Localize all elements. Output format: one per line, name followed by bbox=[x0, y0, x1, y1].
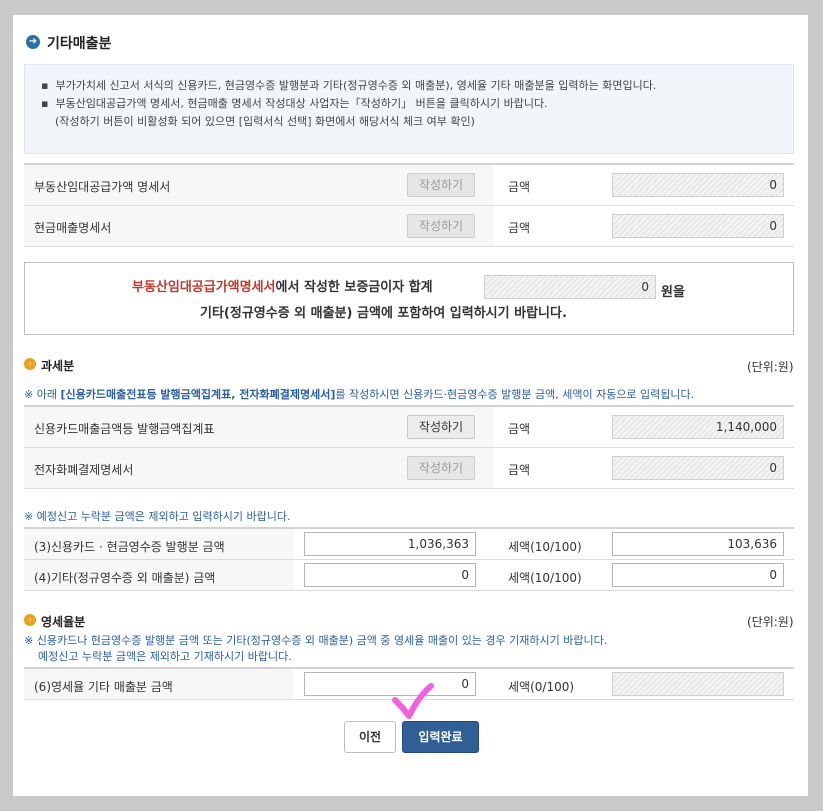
info-line-2: ▪ 부동산임대공급가액 명세서, 현금매출 명세서 작성대상 사업자는「작성하기… bbox=[41, 97, 548, 110]
tax-label: 세액(10/100) bbox=[508, 571, 582, 585]
zero-rated-amount-input[interactable]: 0 bbox=[304, 672, 476, 696]
row-label: 부동산임대공급가액 명세서 bbox=[34, 180, 171, 194]
amount-field-rental: 0 bbox=[612, 173, 784, 197]
other-sales-tax-input[interactable]: 0 bbox=[612, 563, 784, 587]
row-label: 전자화폐결제명세서 bbox=[34, 463, 134, 477]
form-table-taxable-input: (3)신용카드 · 현금영수증 발행분 금액 1,036,363 세액(10/1… bbox=[24, 527, 794, 591]
write-button-rental[interactable]: 작성하기 bbox=[407, 173, 475, 197]
amount-label: 금액 bbox=[508, 463, 531, 477]
section-title-taxable: 과세분 bbox=[41, 359, 75, 373]
main-panel: ➜ 기타매출분 ▪ 부가가치세 신고서 서식의 신용카드, 현금영수증 발행분과… bbox=[13, 15, 808, 796]
section-title-zero-rated: 영세율분 bbox=[41, 615, 86, 629]
prev-button[interactable]: 이전 bbox=[344, 721, 396, 753]
amount-label: 금액 bbox=[508, 422, 531, 436]
amount-field-cash-sales: 0 bbox=[612, 214, 784, 238]
table-row: 현금매출명세서 작성하기 금액 0 bbox=[24, 206, 794, 247]
card-cash-receipt-amount-input[interactable]: 1,036,363 bbox=[304, 532, 476, 556]
taxable-note-2: ※ 예정신고 누락분 금액은 제외하고 입력하시기 바랍니다. bbox=[24, 510, 291, 523]
tax-label: 세액(10/100) bbox=[508, 540, 582, 554]
section-bullet-icon: › bbox=[24, 614, 36, 626]
table-row: 부동산임대공급가액 명세서 작성하기 금액 0 bbox=[24, 165, 794, 206]
arrow-right-circle-icon: ➜ bbox=[26, 35, 40, 49]
zero-rated-tax-field bbox=[612, 672, 784, 696]
write-button-card-summary[interactable]: 작성하기 bbox=[407, 415, 475, 439]
info-box: ▪ 부가가치세 신고서 서식의 신용카드, 현금영수증 발행분과 기타(정규영수… bbox=[24, 64, 794, 154]
info-line-3: (작성하기 버튼이 비활성화 되어 있으면 [입력서식 선택] 화면에서 해당서… bbox=[55, 115, 475, 128]
notice-line-1: 부동산임대공급가액명세서에서 작성한 보증금이자 합계 bbox=[132, 280, 433, 295]
table-row: (3)신용카드 · 현금영수증 발행분 금액 1,036,363 세액(10/1… bbox=[24, 529, 794, 560]
amount-field-card-summary: 1,140,000 bbox=[612, 415, 784, 439]
write-button-cash-sales[interactable]: 작성하기 bbox=[407, 214, 475, 238]
notice-unit: 원을 bbox=[661, 285, 685, 300]
form-table-top: 부동산임대공급가액 명세서 작성하기 금액 0 현금매출명세서 작성하기 금액 … bbox=[24, 163, 794, 247]
row-label: 현금매출명세서 bbox=[34, 221, 112, 235]
unit-label: (단위:원) bbox=[747, 615, 794, 629]
other-sales-amount-input[interactable]: 0 bbox=[304, 563, 476, 587]
row-label: 신용카드매출금액등 발행금액집계표 bbox=[34, 422, 215, 436]
zero-rated-note-1: ※ 신용카드나 현금영수증 발행분 금액 또는 기타(정규영수증 외 매출분) … bbox=[24, 634, 608, 647]
amount-label: 금액 bbox=[508, 221, 531, 235]
info-line-1: ▪ 부가가치세 신고서 서식의 신용카드, 현금영수증 발행분과 기타(정규영수… bbox=[41, 79, 657, 92]
row-label: (6)영세율 기타 매출분 금액 bbox=[34, 680, 173, 694]
unit-label: (단위:원) bbox=[747, 360, 794, 374]
amount-field-e-money: 0 bbox=[612, 456, 784, 480]
page-title: 기타매출분 bbox=[47, 36, 112, 52]
form-table-taxable: 신용카드매출금액등 발행금액집계표 작성하기 금액 1,140,000 전자화폐… bbox=[24, 405, 794, 489]
section-bullet-icon: › bbox=[24, 358, 36, 370]
amount-label: 금액 bbox=[508, 180, 531, 194]
complete-button[interactable]: 입력완료 bbox=[402, 721, 479, 753]
tax-label: 세액(0/100) bbox=[508, 680, 575, 694]
table-row: 전자화폐결제명세서 작성하기 금액 0 bbox=[24, 448, 794, 489]
card-cash-receipt-tax-input[interactable]: 103,636 bbox=[612, 532, 784, 556]
write-button-e-money[interactable]: 작성하기 bbox=[407, 456, 475, 480]
row-label: (4)기타(정규영수증 외 매출분) 금액 bbox=[34, 571, 216, 585]
deposit-interest-field: 0 bbox=[484, 275, 656, 299]
zero-rated-note-2: 예정신고 누락분 금액은 제외하고 기재하시기 바랍니다. bbox=[38, 650, 292, 663]
row-label: (3)신용카드 · 현금영수증 발행분 금액 bbox=[34, 540, 225, 554]
checkmark-annotation-icon bbox=[392, 683, 434, 719]
notice-box: 부동산임대공급가액명세서에서 작성한 보증금이자 합계 0 원을 기타(정규영수… bbox=[24, 262, 794, 335]
notice-line-2: 기타(정규영수증 외 매출분) 금액에 포함하여 입력하시기 바랍니다. bbox=[200, 306, 567, 321]
table-row: 신용카드매출금액등 발행금액집계표 작성하기 금액 1,140,000 bbox=[24, 407, 794, 448]
taxable-note: ※ 아래 [신용카드매출전표등 발행금액집계표, 전자화폐결제명세서]를 작성하… bbox=[24, 388, 695, 401]
table-row: (4)기타(정규영수증 외 매출분) 금액 0 세액(10/100) 0 bbox=[24, 560, 794, 591]
